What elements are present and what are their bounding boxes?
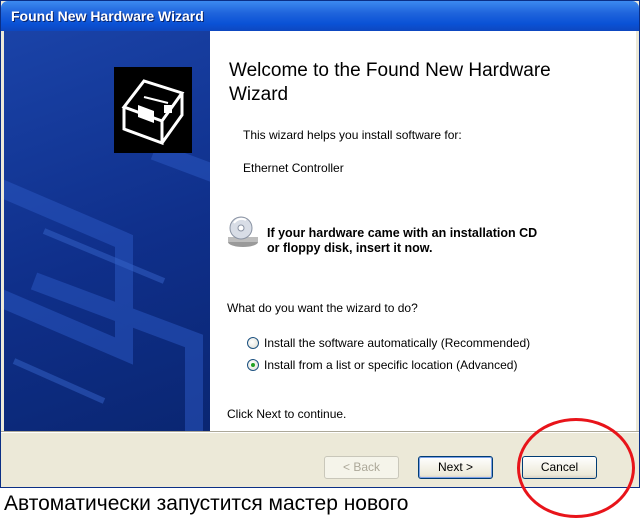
content-panel: Welcome to the Found New Hardware Wizard… (210, 31, 636, 431)
highlight-circle (517, 418, 635, 518)
cd-message: If your hardware came with an installati… (267, 226, 537, 256)
wizard-window: Found New Hardware Wizard Welcome to the… (0, 0, 640, 488)
next-button[interactable]: Next > (418, 456, 493, 479)
side-panel (4, 31, 210, 431)
option-install-automatically[interactable]: Install the software automatically (Reco… (247, 336, 530, 350)
caption-text: Автоматически запустится мастер нового (4, 492, 409, 515)
option-automatic-label: Install the software automatically (Reco… (264, 336, 531, 350)
question-text: What do you want the wizard to do? (227, 301, 418, 315)
title-bar[interactable]: Found New Hardware Wizard (1, 1, 639, 31)
back-button[interactable]: < Back (324, 456, 399, 479)
radio-from-list[interactable] (247, 359, 259, 371)
radio-automatic[interactable] (247, 337, 259, 349)
option-install-from-list[interactable]: Install from a list or specific location… (247, 358, 517, 372)
footer-hint: Click Next to continue. (227, 407, 347, 421)
cd-drive-icon (226, 215, 260, 249)
cd-message-line2: or floppy disk, insert it now. (267, 241, 433, 255)
page-heading: Welcome to the Found New Hardware Wizard (229, 60, 551, 105)
window-title: Found New Hardware Wizard (11, 8, 204, 24)
cd-message-line1: If your hardware came with an installati… (267, 226, 538, 240)
device-name: Ethernet Controller (243, 161, 344, 175)
wizard-hardware-icon (114, 67, 192, 153)
intro-text: This wizard helps you install software f… (243, 128, 462, 142)
option-from-list-label: Install from a list or specific location… (264, 358, 518, 372)
